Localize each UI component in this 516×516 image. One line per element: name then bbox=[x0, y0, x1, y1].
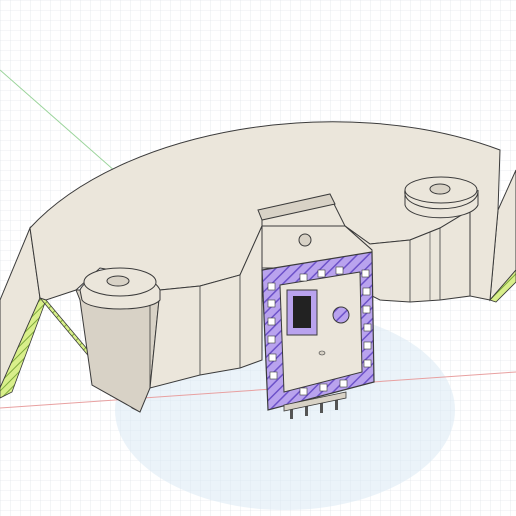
right-screw-hole bbox=[429, 183, 451, 195]
model-canvas[interactable] bbox=[0, 0, 516, 516]
right-mounting-boss bbox=[404, 176, 479, 219]
left-screw-hole bbox=[106, 275, 130, 287]
pcb-pad bbox=[317, 269, 326, 278]
pcb-pad bbox=[339, 379, 348, 388]
round-sensor bbox=[332, 306, 350, 324]
pcb-pad bbox=[319, 383, 328, 392]
pcb-pad bbox=[335, 266, 344, 275]
pcb-pad bbox=[362, 287, 371, 296]
pcb-pad bbox=[362, 305, 371, 314]
left-mounting-boss bbox=[79, 267, 161, 310]
pcb-pad bbox=[267, 335, 276, 344]
pcb-pad bbox=[299, 387, 308, 396]
pcb-pad bbox=[267, 282, 276, 291]
pcb-pad bbox=[363, 359, 372, 368]
pcb-pad bbox=[299, 273, 308, 282]
pcb-pad bbox=[267, 299, 276, 308]
tab-screw-hole bbox=[298, 233, 312, 247]
pcb-pad bbox=[363, 341, 372, 350]
pcb-pad bbox=[363, 323, 372, 332]
pcb-pad bbox=[268, 353, 277, 362]
pcb-pad bbox=[269, 371, 278, 380]
3d-viewport[interactable] bbox=[0, 0, 516, 516]
pcb-pad bbox=[361, 269, 370, 278]
pcb-pad bbox=[267, 317, 276, 326]
